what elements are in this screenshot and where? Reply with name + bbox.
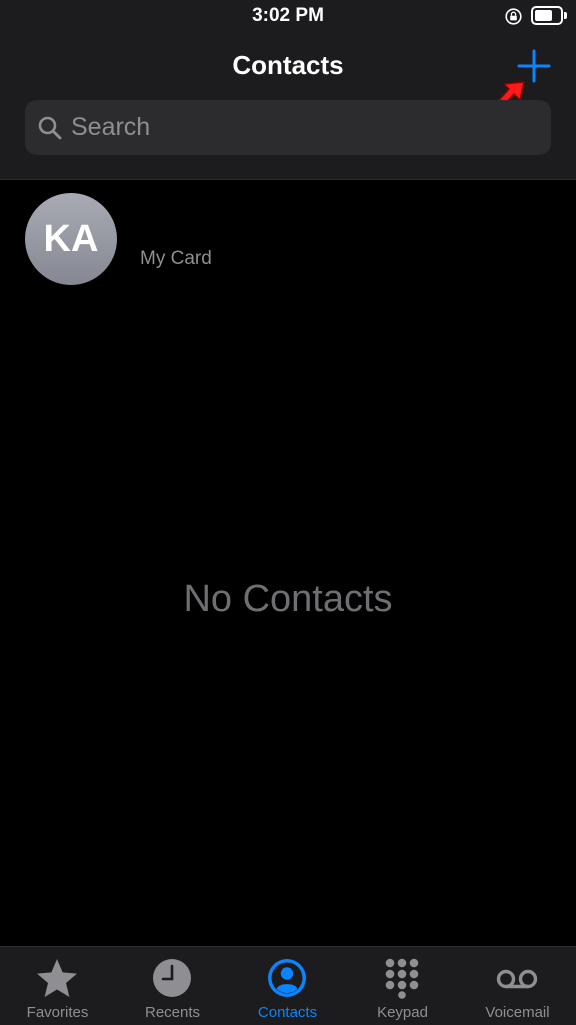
voicemail-icon — [496, 969, 538, 989]
my-card-row[interactable]: KA My Card — [0, 180, 576, 300]
tab-favorites[interactable]: Favorites — [0, 947, 115, 1025]
tab-voicemail[interactable]: Voicemail — [460, 947, 575, 1025]
tab-label: Contacts — [257, 1004, 318, 1021]
tab-bar: Favorites Recents Contacts Keypad Voicem… — [0, 946, 576, 1025]
my-card-label: My Card — [140, 248, 212, 269]
tab-keypad[interactable]: Keypad — [345, 947, 460, 1025]
navigation-header: 3:02 PM Contacts Search — [0, 0, 576, 180]
tab-label: Voicemail — [485, 1004, 550, 1021]
star-icon — [37, 959, 77, 997]
empty-state-label: No Contacts — [183, 578, 393, 620]
battery-tip — [564, 12, 567, 19]
tab-recents[interactable]: Recents — [115, 947, 230, 1025]
search-icon — [38, 116, 62, 140]
status-bar: 3:02 PM — [0, 0, 576, 34]
status-time: 3:02 PM — [252, 5, 324, 26]
tab-label: Recents — [144, 1004, 201, 1021]
battery-icon — [531, 6, 563, 25]
clock-icon — [153, 959, 191, 997]
tab-label: Keypad — [377, 1004, 428, 1021]
person-circle-icon — [268, 959, 306, 997]
tab-contacts[interactable]: Contacts — [230, 947, 345, 1025]
tab-label: Favorites — [26, 1004, 89, 1021]
search-input[interactable]: Search — [25, 100, 551, 155]
avatar: KA — [25, 193, 117, 285]
battery-level-fill — [535, 10, 552, 21]
search-placeholder: Search — [71, 113, 151, 141]
keypad-icon — [385, 958, 419, 999]
orientation-lock-icon — [505, 8, 522, 25]
